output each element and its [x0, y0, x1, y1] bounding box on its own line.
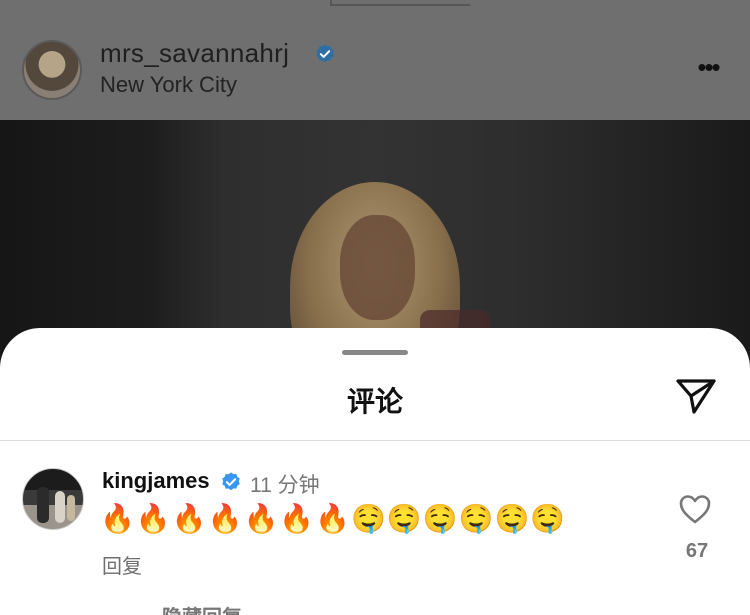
comment-text: 🔥🔥🔥🔥🔥🔥🔥🤤🤤🤤🤤🤤🤤	[100, 502, 567, 535]
comments-sheet: 评论 kingjames 11 分钟 🔥🔥🔥🔥🔥🔥🔥🤤🤤🤤🤤🤤🤤 回复 67 隐…	[0, 328, 750, 615]
sheet-drag-handle[interactable]	[342, 350, 408, 355]
verified-badge-icon	[222, 472, 240, 491]
photo-subject-face	[340, 215, 415, 320]
reply-button[interactable]: 回复	[102, 550, 142, 579]
comments-sheet-title: 评论	[346, 386, 403, 417]
post-author-username[interactable]: mrs_savannahrj	[100, 38, 289, 69]
comment-author-avatar[interactable]	[22, 468, 84, 530]
comment-author-username[interactable]: kingjames	[102, 468, 210, 494]
post-header: mrs_savannahrj New York City •••	[0, 0, 750, 120]
sheet-divider	[0, 440, 750, 441]
post-author-avatar[interactable]	[22, 40, 82, 100]
comment-timestamp: 11 分钟	[250, 474, 320, 497]
like-count: 67	[685, 540, 709, 562]
heart-outline-icon[interactable]	[678, 493, 712, 525]
hide-replies-button[interactable]: 隐藏回复	[162, 606, 242, 615]
send-icon[interactable]	[674, 376, 718, 416]
more-horizontal-icon[interactable]: •••	[690, 52, 726, 82]
post-location[interactable]: New York City	[100, 72, 237, 98]
top-bar-fragment	[330, 0, 470, 6]
verified-badge-icon	[316, 44, 334, 63]
